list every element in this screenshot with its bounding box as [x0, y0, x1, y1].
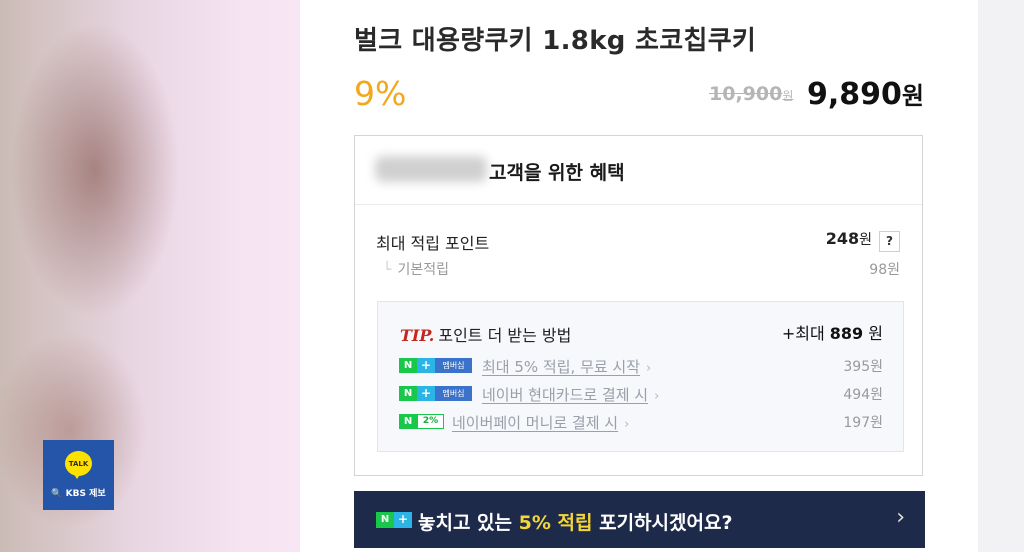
product-title: 벌크 대용량쿠키 1.8kg 초코칩쿠키	[354, 26, 757, 56]
tip-link[interactable]: 네이버페이 머니로 결제 시 ›	[452, 412, 629, 433]
tip-row-naverpay-money[interactable]: N 2% 네이버페이 머니로 결제 시 › 197원	[399, 412, 883, 434]
page-gutter-right	[978, 0, 1024, 552]
tip-row-membership[interactable]: N + 멤버십 최대 5% 적립, 무료 시작 › 395원	[399, 356, 883, 378]
tip-link[interactable]: 네이버 현대카드로 결제 시 ›	[482, 384, 659, 405]
tip-value: 197원	[843, 415, 883, 431]
kbs-report-label: 🔍 KBS 제보	[51, 489, 106, 499]
basic-points-label: └ 기본적립	[383, 262, 449, 278]
chevron-right-icon: ›	[646, 361, 652, 376]
membership-promo-banner[interactable]: N + 놓치고 있는 5% 적립 포기하시겠어요? ›	[354, 491, 925, 548]
chevron-right-icon: ›	[654, 389, 660, 404]
plus-icon: +	[417, 358, 435, 373]
divider	[355, 204, 922, 205]
sale-price: 9,890원	[807, 77, 924, 112]
tip-panel: TIP. 포인트 더 받는 방법 +최대 889 원 N + 멤버십 최대 5% …	[377, 301, 904, 452]
plus-icon: +	[417, 386, 435, 401]
original-price: 10,900원	[709, 83, 794, 105]
tip-value: 395원	[843, 359, 883, 375]
plus-icon: +	[394, 512, 412, 528]
tip-link[interactable]: 최대 5% 적립, 무료 시작 ›	[482, 356, 651, 377]
kakaotalk-icon-tail	[73, 473, 81, 479]
basic-points-value: 98원	[869, 262, 900, 278]
naver-n-icon: N	[399, 414, 417, 429]
promo-text: 놓치고 있는 5% 적립 포기하시겠어요?	[418, 512, 733, 534]
tip-row-hyundai-card[interactable]: N + 멤버십 네이버 현대카드로 결제 시 › 494원	[399, 384, 883, 406]
tip-mark: TIP.	[400, 326, 435, 345]
max-points-value: 248원	[825, 229, 872, 248]
tip-total: +최대 889 원	[781, 324, 883, 343]
two-percent-badge: 2%	[417, 414, 444, 429]
membership-badge: 멤버십	[435, 358, 472, 373]
help-button[interactable]: ?	[879, 231, 900, 252]
naver-n-icon: N	[376, 512, 394, 528]
membership-badge: 멤버십	[435, 386, 472, 401]
chevron-right-icon: ›	[896, 505, 905, 530]
naver-n-icon: N	[399, 386, 417, 401]
tip-title: TIP. 포인트 더 받는 방법	[400, 326, 572, 345]
benefit-panel: 고객을 위한 혜택 최대 적립 포인트 248원 ? └ 기본적립 98원 TIP…	[354, 135, 923, 476]
kbs-report-badge: TALK 🔍 KBS 제보	[43, 440, 114, 510]
chevron-right-icon: ›	[624, 417, 630, 432]
naver-n-icon: N	[399, 358, 417, 373]
blurred-store-name	[375, 156, 487, 182]
max-points-label: 최대 적립 포인트	[376, 234, 490, 253]
discount-rate: 9%	[354, 74, 407, 113]
benefit-title: 고객을 위한 혜택	[489, 162, 625, 184]
tip-value: 494원	[843, 387, 883, 403]
